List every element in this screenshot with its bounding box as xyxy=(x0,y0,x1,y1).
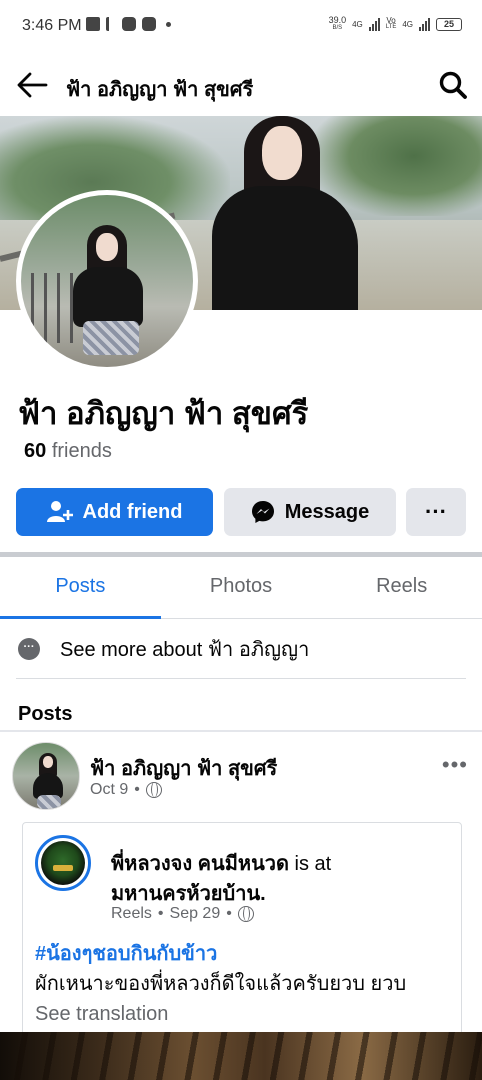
back-arrow-icon[interactable] xyxy=(16,71,48,99)
post-image[interactable] xyxy=(0,1032,482,1080)
signal-icon xyxy=(368,17,380,31)
post-author-avatar[interactable] xyxy=(12,742,80,810)
messenger-notification-icon xyxy=(122,17,136,31)
more-notifications-dot xyxy=(166,21,171,27)
shared-meta: Reels • Sep 29 • xyxy=(111,905,254,923)
ellipsis-icon: ··· xyxy=(18,638,40,660)
network-type-1: 4G xyxy=(352,19,363,29)
post-author-name[interactable]: ฟ้า อภิญญา ฟ้า สุขศรี xyxy=(90,752,277,784)
status-bar: 3:46 PM 39.0 B/S 4G Vo LTE 4G 25 xyxy=(0,0,482,54)
tab-posts[interactable]: Posts xyxy=(0,557,161,619)
signal-icon-2 xyxy=(419,17,430,31)
status-time: 3:46 PM xyxy=(22,17,82,34)
post-meta: Oct 9 • xyxy=(90,781,162,799)
network-type-2: 4G xyxy=(402,19,413,29)
search-icon[interactable] xyxy=(438,70,468,100)
shared-post[interactable]: พี่หลวงจง คนมีหนวด is at มหานครห้วยบ้าน.… xyxy=(22,822,462,1042)
profile-avatar[interactable] xyxy=(16,190,198,372)
profile-name: ฟ้า อภิญญา ฟ้า สุขศรี xyxy=(18,396,309,431)
tab-reels[interactable]: Reels xyxy=(321,557,482,618)
add-friend-icon xyxy=(46,501,73,522)
notification-icons xyxy=(86,17,171,31)
network-speed: 39.0 B/S xyxy=(328,15,347,32)
shared-author-line: พี่หลวงจง คนมีหนวด is at xyxy=(111,853,332,875)
top-bar: ฟ้า อภิญญา ฟ้า สุขศรี xyxy=(0,54,482,116)
post-more-button[interactable]: ••• xyxy=(442,752,468,778)
page-title: ฟ้า อภิญญา ฟ้า สุขศรี xyxy=(66,79,254,101)
add-friend-button[interactable]: Add friend xyxy=(16,488,213,536)
separator xyxy=(0,730,482,732)
battery-icon: 25 xyxy=(436,17,462,31)
message-button[interactable]: Message xyxy=(224,488,396,536)
see-translation-link[interactable]: See translation xyxy=(35,1003,168,1026)
see-more-about[interactable]: ··· See more about ฟ้า อภิญญา xyxy=(0,620,482,678)
shared-text: ผักเหนาะของพี่หลวงก็ดีใจแล้วครับยวบ ยวบ xyxy=(35,973,407,995)
profile-tabs: Posts Photos Reels xyxy=(0,557,482,619)
posts-heading: Posts xyxy=(18,703,73,725)
more-options-button[interactable]: ··· xyxy=(406,488,466,536)
public-globe-icon xyxy=(237,906,254,922)
separator xyxy=(16,678,466,679)
system-indicators: 39.0 B/S 4G Vo LTE 4G 25 xyxy=(329,16,462,32)
app-notification-icon xyxy=(86,17,100,31)
hashtag-link[interactable]: #น้องๆชอบกินกับข้าว xyxy=(35,937,217,969)
friends-count[interactable]: 60 friends xyxy=(24,440,112,463)
messenger-icon xyxy=(251,501,274,523)
public-globe-icon xyxy=(145,782,162,798)
media-notification-icon xyxy=(106,17,116,31)
shared-author-avatar[interactable] xyxy=(35,835,91,891)
play-notification-icon xyxy=(142,17,156,31)
tab-photos[interactable]: Photos xyxy=(161,557,322,618)
volte-indicator: Vo LTE xyxy=(385,16,397,31)
